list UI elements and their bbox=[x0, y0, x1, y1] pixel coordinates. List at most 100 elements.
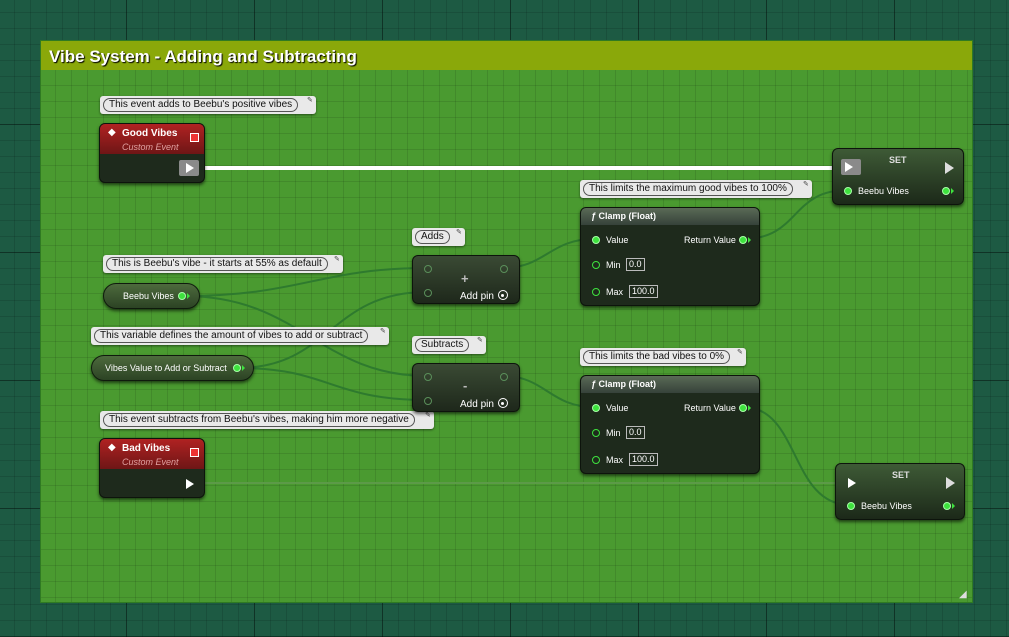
set-node-top[interactable]: SET Beebu Vibes bbox=[832, 148, 964, 205]
input-pin-a[interactable] bbox=[424, 373, 432, 381]
input-pin-a[interactable] bbox=[424, 265, 432, 273]
comment-pin-icon[interactable]: ✎ bbox=[737, 349, 744, 357]
exec-out-pin[interactable] bbox=[946, 477, 955, 489]
event-node-bad-vibes[interactable]: ◆ Bad Vibes Custom Event bbox=[99, 438, 205, 498]
event-diamond-icon: ◆ bbox=[108, 127, 116, 138]
exec-out-pin[interactable] bbox=[945, 162, 954, 174]
pin-arrow-icon bbox=[748, 237, 751, 243]
comment-bubble-good-vibes[interactable]: This event adds to Beebu's positive vibe… bbox=[100, 96, 316, 114]
output-pin[interactable] bbox=[500, 373, 508, 381]
input-pin-b[interactable] bbox=[424, 397, 432, 405]
max-label: Max bbox=[606, 455, 624, 465]
function-title: ƒ Clamp (Float) bbox=[591, 211, 656, 221]
min-input[interactable]: 0.0 bbox=[626, 258, 645, 271]
variable-label: Beebu Vibes bbox=[123, 291, 174, 301]
comment-pin-icon[interactable]: ✎ bbox=[380, 328, 387, 336]
max-label: Max bbox=[606, 287, 624, 297]
event-node-good-vibes[interactable]: ◆ Good Vibes Custom Event bbox=[99, 123, 205, 183]
value-out-pin[interactable] bbox=[942, 187, 950, 195]
event-title: Good Vibes bbox=[122, 128, 178, 139]
function-title: ƒ Clamp (Float) bbox=[591, 379, 656, 389]
min-pin[interactable] bbox=[592, 261, 600, 269]
variable-node-vibes-value[interactable]: Vibes Value to Add or Subtract bbox=[91, 355, 254, 381]
pin-arrow-icon bbox=[748, 405, 751, 411]
comment-bubble-bad-vibes[interactable]: This event subtracts from Beebu's vibes,… bbox=[100, 411, 434, 429]
pin-arrow-icon bbox=[952, 503, 955, 509]
add-pin-icon bbox=[497, 398, 508, 408]
value-label: Value bbox=[606, 403, 629, 413]
add-pin-label: Add pin bbox=[460, 291, 494, 302]
clamp-float-node-bottom[interactable]: ƒ Clamp (Float) Value Return Value Min 0… bbox=[580, 375, 760, 474]
clamp-float-node-top[interactable]: ƒ Clamp (Float) Value Return Value Min 0… bbox=[580, 207, 760, 306]
value-label: Value bbox=[606, 235, 629, 245]
function-title-text: Clamp (Float) bbox=[598, 379, 657, 389]
function-f-icon: ƒ bbox=[591, 211, 597, 221]
set-title: SET bbox=[892, 470, 910, 480]
add-pin-button[interactable]: Add pin bbox=[460, 290, 508, 302]
comment-bubble-clamp-top[interactable]: This limits the maximum good vibes to 10… bbox=[580, 180, 812, 198]
delegate-square-icon[interactable] bbox=[190, 448, 199, 457]
return-value-pin[interactable] bbox=[739, 404, 747, 412]
min-pin[interactable] bbox=[592, 429, 600, 437]
return-value-pin[interactable] bbox=[739, 236, 747, 244]
float-out-pin[interactable] bbox=[233, 364, 241, 372]
exec-out-pin[interactable] bbox=[186, 479, 194, 489]
min-input[interactable]: 0.0 bbox=[626, 426, 645, 439]
value-in-pin[interactable] bbox=[592, 236, 600, 244]
float-out-pin[interactable] bbox=[178, 292, 186, 300]
exec-arrow-icon bbox=[845, 162, 853, 172]
value-out-pin[interactable] bbox=[943, 502, 951, 510]
max-input[interactable]: 100.0 bbox=[629, 453, 658, 466]
output-pin[interactable] bbox=[500, 265, 508, 273]
function-title-text: Clamp (Float) bbox=[598, 211, 657, 221]
comment-bubble-vibes-value[interactable]: This variable defines the amount of vibe… bbox=[91, 327, 389, 345]
comment-pin-icon[interactable]: ✎ bbox=[456, 229, 463, 237]
comment-pin-icon[interactable]: ✎ bbox=[477, 337, 484, 345]
add-pin-label: Add pin bbox=[460, 399, 494, 410]
wire-value-to-sub bbox=[237, 367, 428, 401]
value-in-pin[interactable] bbox=[844, 187, 852, 195]
return-value-label: Return Value bbox=[684, 403, 736, 413]
comment-bubble-text: This limits the maximum good vibes to 10… bbox=[583, 182, 793, 196]
set-node-bottom[interactable]: SET Beebu Vibes bbox=[835, 463, 965, 520]
input-pin-b[interactable] bbox=[424, 289, 432, 297]
add-pin-button[interactable]: Add pin bbox=[460, 398, 508, 410]
event-subtitle: Custom Event bbox=[122, 457, 179, 467]
pin-arrow-icon bbox=[187, 293, 190, 299]
comment-bubble-beebu-vibe[interactable]: This is Beebu's vibe - it starts at 55% … bbox=[103, 255, 343, 273]
comment-bubble-text: This limits the bad vibes to 0% bbox=[583, 350, 731, 364]
set-var-label: Beebu Vibes bbox=[858, 186, 909, 196]
comment-pin-icon[interactable]: ✎ bbox=[425, 412, 432, 420]
min-label: Min bbox=[606, 428, 621, 438]
comment-bubble-text: This variable defines the amount of vibe… bbox=[94, 329, 369, 343]
set-var-label: Beebu Vibes bbox=[861, 501, 912, 511]
comment-pin-icon[interactable]: ✎ bbox=[803, 181, 810, 189]
value-in-pin[interactable] bbox=[592, 404, 600, 412]
comment-pin-icon[interactable]: ✎ bbox=[334, 256, 341, 264]
math-node-add[interactable]: + Add pin bbox=[412, 255, 520, 304]
comment-bubble-subtracts[interactable]: Subtracts ✎ bbox=[412, 336, 486, 354]
variable-label: Vibes Value to Add or Subtract bbox=[105, 363, 227, 373]
comment-pin-icon[interactable]: ✎ bbox=[307, 97, 314, 105]
return-value-label: Return Value bbox=[684, 235, 736, 245]
event-title: Bad Vibes bbox=[122, 443, 171, 454]
variable-node-beebu-vibes[interactable]: Beebu Vibes bbox=[103, 283, 200, 309]
max-pin[interactable] bbox=[592, 288, 600, 296]
add-pin-icon bbox=[497, 290, 508, 300]
math-node-subtract[interactable]: - Add pin bbox=[412, 363, 520, 412]
pin-arrow-icon bbox=[951, 188, 954, 194]
comment-bubble-text: This event subtracts from Beebu's vibes,… bbox=[103, 413, 415, 427]
delegate-square-icon[interactable] bbox=[190, 133, 199, 142]
value-in-pin[interactable] bbox=[847, 502, 855, 510]
operator-plus-icon: + bbox=[461, 271, 469, 286]
comment-bubble-text: This is Beebu's vibe - it starts at 55% … bbox=[106, 257, 328, 271]
comment-bubble-clamp-bottom[interactable]: This limits the bad vibes to 0% ✎ bbox=[580, 348, 746, 366]
comment-bubble-text: Subtracts bbox=[415, 338, 470, 352]
exec-in-pin[interactable] bbox=[848, 478, 856, 488]
max-pin[interactable] bbox=[592, 456, 600, 464]
blueprint-graph[interactable]: Vibe System - Adding and Subtracting ◢ T… bbox=[0, 0, 1009, 637]
operator-minus-icon: - bbox=[463, 378, 468, 393]
pin-arrow-icon bbox=[242, 365, 245, 371]
comment-bubble-adds[interactable]: Adds ✎ bbox=[412, 228, 465, 246]
max-input[interactable]: 100.0 bbox=[629, 285, 658, 298]
